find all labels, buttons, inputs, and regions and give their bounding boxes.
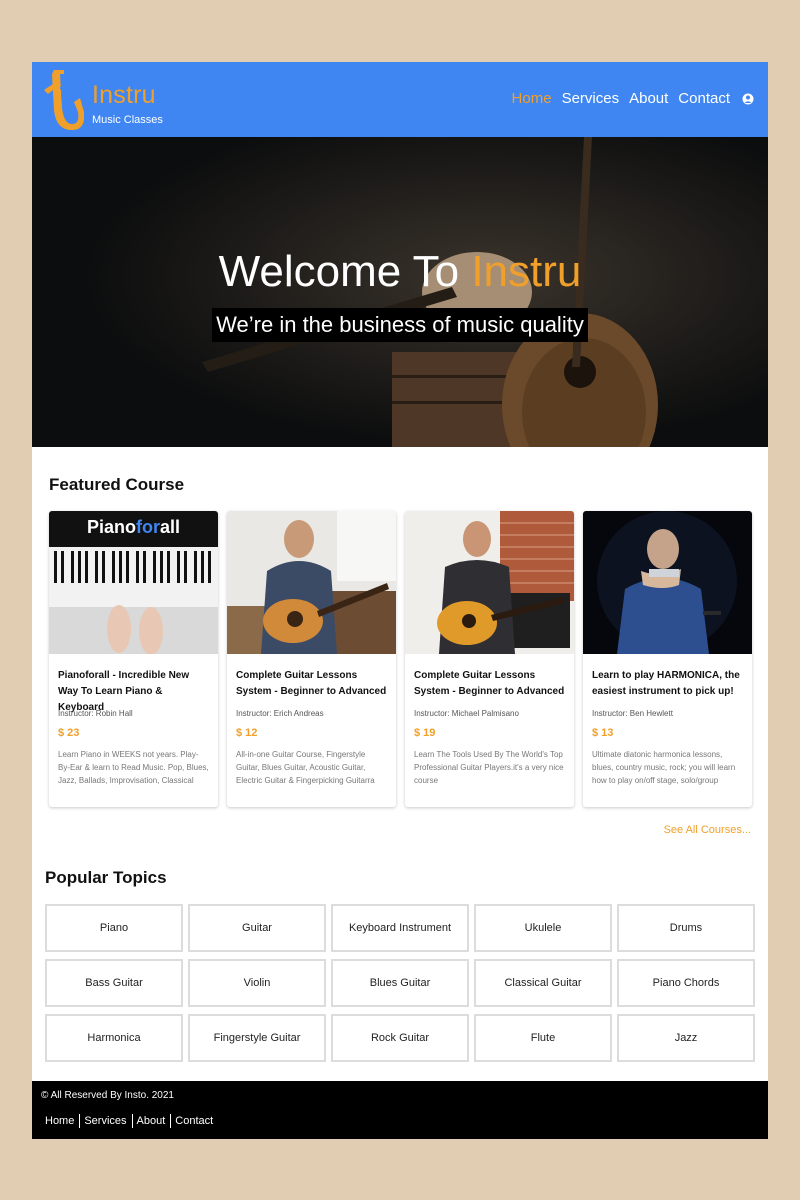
course-instructor: Instructor: Erich Andreas — [236, 709, 324, 718]
topic-blues-guitar[interactable]: Blues Guitar — [331, 959, 469, 1007]
logo[interactable]: Instru Music Classes — [40, 68, 163, 130]
course-instructor: Instructor: Robin Hall — [58, 709, 133, 718]
piano-logo-part-3: all — [160, 517, 181, 537]
topic-keyboard-instrument[interactable]: Keyboard Instrument — [331, 904, 469, 952]
page: Instru Music Classes Home Services About… — [32, 62, 768, 1139]
course-price: $ 13 — [592, 727, 614, 739]
nav-contact[interactable]: Contact — [678, 90, 730, 107]
brand-tagline: Music Classes — [92, 114, 163, 126]
course-instructor: Instructor: Michael Palmisano — [414, 709, 519, 718]
course-description: Learn The Tools Used By The World's Top … — [414, 750, 564, 785]
hero-title-prefix: Welcome To — [218, 247, 472, 296]
copyright-text: © All Reserved By Insto. 2021 — [41, 1090, 174, 1101]
course-card[interactable]: Complete Guitar Lessons System - Beginne… — [405, 511, 574, 807]
course-title[interactable]: Learn to play HARMONICA, the easiest ins… — [592, 668, 744, 700]
footer-links: Home Services About Contact — [41, 1114, 218, 1128]
course-card[interactable]: Complete Guitar Lessons System - Beginne… — [227, 511, 396, 807]
course-title[interactable]: Pianoforall - Incredible New Way To Lear… — [58, 668, 210, 713]
topic-harmonica[interactable]: Harmonica — [45, 1014, 183, 1062]
main-nav: Home Services About Contact — [502, 90, 754, 107]
saxophone-icon — [44, 70, 84, 130]
topic-piano[interactable]: Piano — [45, 904, 183, 952]
see-all-courses-link[interactable]: See All Courses... — [664, 824, 751, 836]
featured-heading: Featured Course — [49, 475, 185, 494]
hero-title-accent: Instru — [471, 247, 582, 296]
course-image-guitar — [227, 511, 396, 654]
course-title[interactable]: Complete Guitar Lessons System - Beginne… — [236, 668, 388, 700]
course-description: Learn Piano in WEEKS not years. Play-By-… — [58, 750, 209, 785]
topic-drums[interactable]: Drums — [617, 904, 755, 952]
course-card[interactable]: Pianoforall Pianoforall - Incredible New… — [49, 511, 218, 807]
navbar: Instru Music Classes Home Services About… — [32, 62, 768, 137]
piano-logo-text: Pianoforall — [49, 517, 218, 538]
hero-banner: Welcome To Instru We’re in the business … — [32, 137, 768, 447]
topic-fingerstyle-guitar[interactable]: Fingerstyle Guitar — [188, 1014, 326, 1062]
topics-heading: Popular Topics — [45, 868, 167, 887]
nav-services[interactable]: Services — [562, 90, 620, 107]
piano-logo-part-1: Piano — [86, 517, 136, 537]
piano-logo-part-2: for — [136, 517, 160, 537]
course-price: $ 19 — [414, 727, 436, 739]
hero-title: Welcome To Instru — [32, 247, 768, 297]
topic-guitar[interactable]: Guitar — [188, 904, 326, 952]
course-image-guitar-brick — [405, 511, 574, 654]
course-price: $ 23 — [58, 727, 80, 739]
course-image-piano: Pianoforall — [49, 511, 218, 654]
topic-violin[interactable]: Violin — [188, 959, 326, 1007]
topic-classical-guitar[interactable]: Classical Guitar — [474, 959, 612, 1007]
topic-bass-guitar[interactable]: Bass Guitar — [45, 959, 183, 1007]
course-price: $ 12 — [236, 727, 258, 739]
brand-name: Instru — [92, 81, 156, 109]
topics-grid: Piano Guitar Keyboard Instrument Ukulele… — [45, 904, 755, 1062]
nav-home[interactable]: Home — [512, 90, 552, 107]
course-title[interactable]: Complete Guitar Lessons System - Beginne… — [414, 668, 566, 700]
footer-link-services[interactable]: Services — [80, 1114, 133, 1128]
footer: © All Reserved By Insto. 2021 Home Servi… — [32, 1081, 768, 1139]
topic-piano-chords[interactable]: Piano Chords — [617, 959, 755, 1007]
hero-subtitle: We’re in the business of music quality — [212, 308, 588, 342]
course-card[interactable]: Learn to play HARMONICA, the easiest ins… — [583, 511, 752, 807]
course-description: Ultimate diatonic harmonica lessons, blu… — [592, 750, 736, 785]
course-image-harmonica — [583, 511, 752, 654]
footer-link-about[interactable]: About — [133, 1114, 172, 1128]
hero-subtitle-wrap: We’re in the business of music quality — [32, 308, 768, 342]
course-cards: Pianoforall Pianoforall - Incredible New… — [49, 511, 752, 807]
topic-flute[interactable]: Flute — [474, 1014, 612, 1062]
footer-link-home[interactable]: Home — [41, 1114, 81, 1128]
footer-link-contact[interactable]: Contact — [171, 1114, 218, 1128]
topic-jazz[interactable]: Jazz — [617, 1014, 755, 1062]
course-description: All-in-one Guitar Course, Fingerstyle Gu… — [236, 750, 375, 785]
topic-ukulele[interactable]: Ukulele — [474, 904, 612, 952]
nav-about[interactable]: About — [629, 90, 668, 107]
course-instructor: Instructor: Ben Hewlett — [592, 709, 673, 718]
user-icon[interactable] — [742, 92, 754, 106]
topic-rock-guitar[interactable]: Rock Guitar — [331, 1014, 469, 1062]
